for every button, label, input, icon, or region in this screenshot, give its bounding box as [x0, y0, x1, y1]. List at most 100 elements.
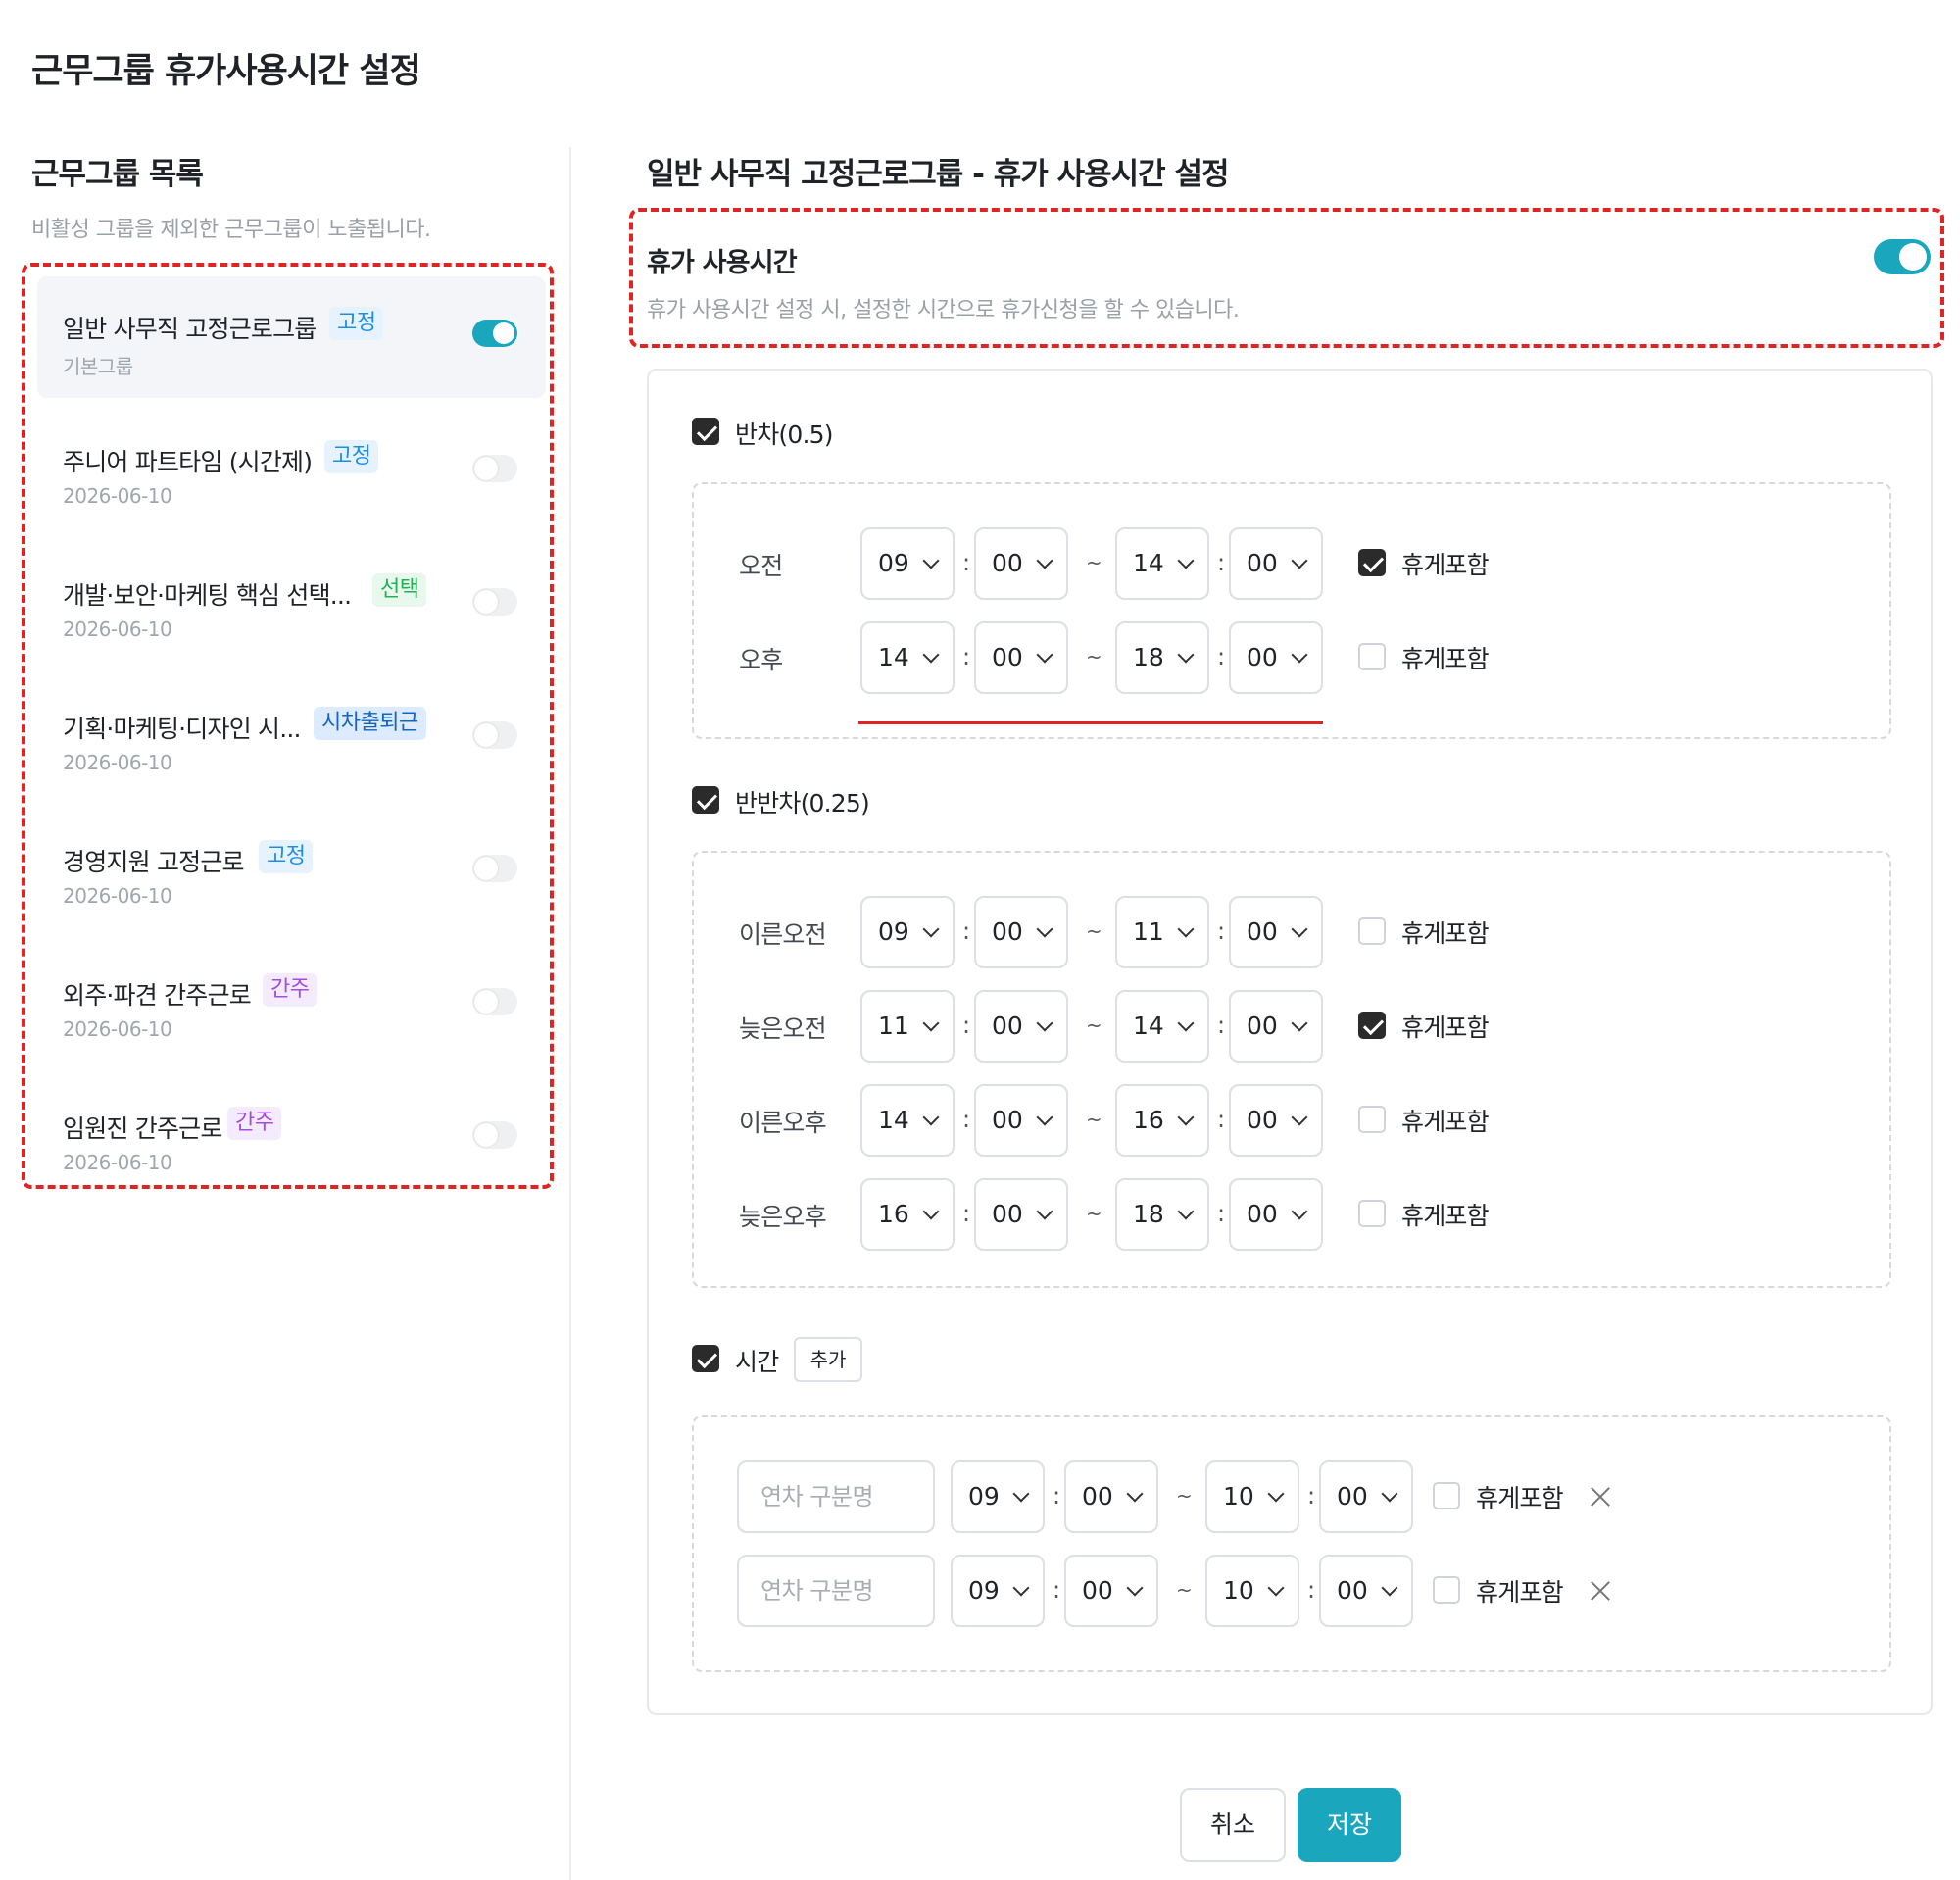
chevron-down-icon	[1036, 552, 1054, 569]
time-colon: :	[1307, 1576, 1316, 1604]
group-item-2[interactable]: 개발·보안·마케팅 핵심 선택... 선택 2026-06-10	[37, 543, 546, 665]
usage-toggle[interactable]	[1874, 239, 1931, 274]
group-item-5[interactable]: 외주·파견 간주근로 간주 2026-06-10	[37, 943, 546, 1064]
group-item-0[interactable]: 일반 사무직 고정근로그룹 고정 기본그룹	[37, 276, 546, 398]
chevron-down-icon	[1177, 1109, 1195, 1126]
start-minute-select[interactable]: 00	[974, 1084, 1068, 1157]
time-row: 오전 09 : 00 ~ 14 : 00 휴게포함	[694, 527, 1889, 602]
end-minute-select[interactable]: 00	[1229, 896, 1323, 968]
start-minute-select[interactable]: 00	[1064, 1555, 1158, 1627]
group-toggle[interactable]	[472, 855, 517, 882]
group-name: 개발·보안·마케팅 핵심 선택...	[63, 581, 352, 610]
group-name: 일반 사무직 고정근로그룹	[63, 315, 317, 343]
leave-name-input[interactable]	[737, 1460, 935, 1533]
select-value: 00	[992, 643, 1023, 671]
end-minute-select[interactable]: 00	[1319, 1555, 1413, 1627]
chevron-down-icon	[1291, 646, 1308, 664]
start-hour-select[interactable]: 09	[860, 527, 955, 600]
add-button[interactable]: 추가	[794, 1337, 862, 1382]
break-checkbox[interactable]	[1358, 1106, 1386, 1133]
select-value: 18	[1133, 643, 1164, 671]
quarter-day-checkbox[interactable]	[692, 786, 719, 814]
select-value: 00	[1337, 1482, 1368, 1510]
chevron-down-icon	[1036, 1014, 1054, 1032]
break-checkbox[interactable]	[1358, 549, 1386, 576]
group-toggle[interactable]	[472, 1121, 517, 1149]
group-item-3[interactable]: 기획·마케팅·디자인 시... 시차출퇴근 2026-06-10	[37, 676, 546, 798]
hourly-label: 시간	[735, 1348, 779, 1376]
end-minute-select[interactable]: 00	[1229, 527, 1323, 600]
time-row: 늦은오후 16 : 00 ~ 18 : 00 휴게포함	[694, 1178, 1889, 1253]
page-title: 근무그룹 휴가사용시간 설정	[31, 52, 421, 91]
break-label: 휴게포함	[1401, 1014, 1490, 1042]
end-hour-select[interactable]: 18	[1115, 621, 1209, 694]
end-hour-select[interactable]: 16	[1115, 1084, 1209, 1157]
start-minute-select[interactable]: 00	[974, 621, 1068, 694]
start-hour-select[interactable]: 14	[860, 621, 955, 694]
half-day-checkbox[interactable]	[692, 418, 719, 445]
cancel-button[interactable]: 취소	[1180, 1788, 1286, 1862]
select-value: 00	[1247, 643, 1278, 671]
usage-description: 휴가 사용시간 설정 시, 설정한 시간으로 휴가신청을 할 수 있습니다.	[647, 298, 1240, 322]
end-minute-select[interactable]: 00	[1229, 621, 1323, 694]
start-minute-select[interactable]: 00	[974, 527, 1068, 600]
end-hour-select[interactable]: 10	[1205, 1555, 1299, 1627]
group-name: 기획·마케팅·디자인 시...	[63, 715, 301, 743]
group-sub: 2026-06-10	[63, 1151, 172, 1174]
group-list-title: 근무그룹 목록	[31, 157, 204, 192]
group-item-1[interactable]: 주니어 파트타임 (시간제) 고정 2026-06-10	[37, 410, 546, 531]
end-hour-select[interactable]: 14	[1115, 527, 1209, 600]
row-label: 이른오전	[739, 920, 827, 949]
chevron-down-icon	[1177, 920, 1195, 938]
start-hour-select[interactable]: 09	[951, 1460, 1045, 1533]
group-item-4[interactable]: 경영지원 고정근로 고정 2026-06-10	[37, 810, 546, 931]
end-hour-select[interactable]: 10	[1205, 1460, 1299, 1533]
chevron-down-icon	[1291, 1109, 1308, 1126]
break-label: 휴게포함	[1476, 1578, 1564, 1607]
start-minute-select[interactable]: 00	[1064, 1460, 1158, 1533]
break-checkbox[interactable]	[1358, 1200, 1386, 1227]
save-button[interactable]: 저장	[1298, 1788, 1401, 1862]
start-minute-select[interactable]: 00	[974, 990, 1068, 1063]
start-hour-select[interactable]: 16	[860, 1178, 955, 1251]
start-hour-select[interactable]: 11	[860, 990, 955, 1063]
group-toggle[interactable]	[472, 455, 517, 482]
chevron-down-icon	[1012, 1485, 1030, 1503]
select-value: 16	[878, 1200, 909, 1228]
range-tilde: ~	[1086, 1014, 1102, 1037]
break-checkbox[interactable]	[1358, 643, 1386, 670]
group-type-badge: 선택	[372, 573, 427, 607]
select-value: 00	[992, 549, 1023, 577]
start-hour-select[interactable]: 14	[860, 1084, 955, 1157]
select-value: 00	[992, 1012, 1023, 1040]
start-minute-select[interactable]: 00	[974, 1178, 1068, 1251]
break-checkbox[interactable]	[1433, 1576, 1460, 1604]
break-checkbox[interactable]	[1358, 917, 1386, 945]
group-toggle[interactable]	[472, 588, 517, 616]
time-row: 이른오전 09 : 00 ~ 11 : 00 휴게포함	[694, 896, 1889, 970]
break-checkbox[interactable]	[1433, 1482, 1460, 1509]
group-item-6[interactable]: 임원진 간주근로 간주 2026-06-10	[37, 1076, 546, 1198]
start-minute-select[interactable]: 00	[974, 896, 1068, 968]
break-label: 휴게포함	[1401, 1108, 1490, 1136]
group-list-description: 비활성 그룹을 제외한 근무그룹이 노출됩니다.	[31, 218, 431, 242]
end-minute-select[interactable]: 00	[1229, 1178, 1323, 1251]
end-hour-select[interactable]: 18	[1115, 1178, 1209, 1251]
time-row: 이른오후 14 : 00 ~ 16 : 00 휴게포함	[694, 1084, 1889, 1159]
end-minute-select[interactable]: 00	[1319, 1460, 1413, 1533]
time-colon: :	[1053, 1576, 1061, 1604]
leave-name-input[interactable]	[737, 1555, 935, 1627]
start-hour-select[interactable]: 09	[951, 1555, 1045, 1627]
end-hour-select[interactable]: 11	[1115, 896, 1209, 968]
end-hour-select[interactable]: 14	[1115, 990, 1209, 1063]
group-toggle[interactable]	[472, 988, 517, 1015]
end-minute-select[interactable]: 00	[1229, 1084, 1323, 1157]
end-minute-select[interactable]: 00	[1229, 990, 1323, 1063]
remove-row-icon[interactable]	[1590, 1580, 1611, 1602]
group-toggle[interactable]	[472, 721, 517, 749]
break-checkbox[interactable]	[1358, 1012, 1386, 1039]
remove-row-icon[interactable]	[1590, 1486, 1611, 1508]
group-toggle[interactable]	[472, 320, 517, 347]
start-hour-select[interactable]: 09	[860, 896, 955, 968]
hourly-checkbox[interactable]	[692, 1345, 719, 1372]
